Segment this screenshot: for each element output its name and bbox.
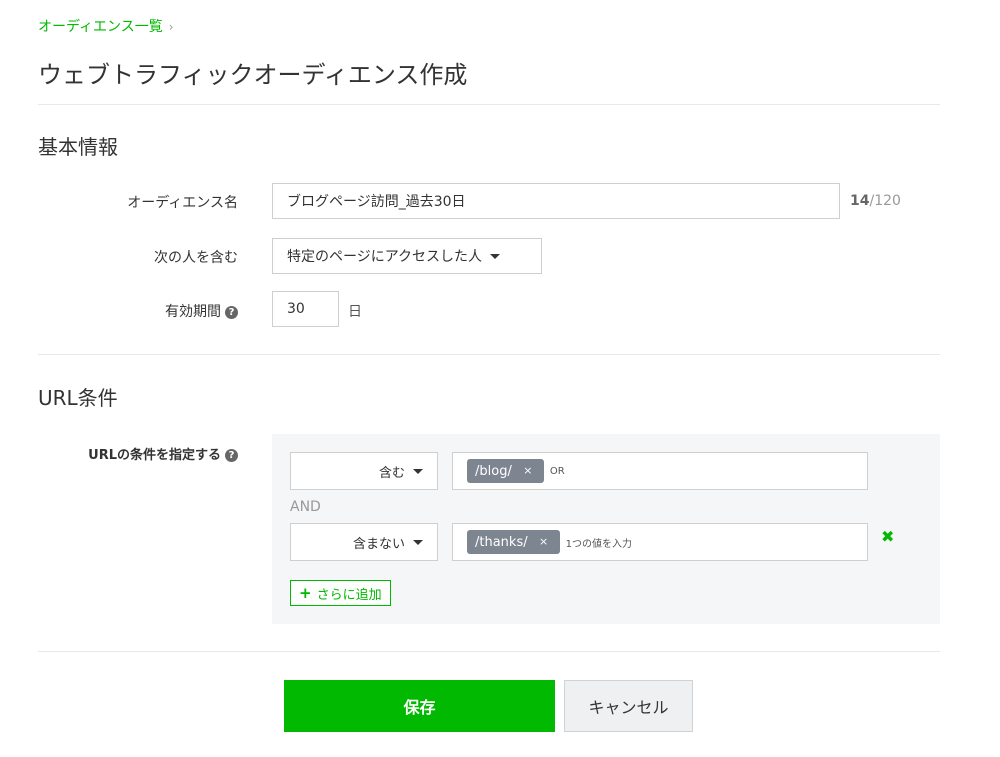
url-tag: /blog/ × [467,459,544,483]
breadcrumb-link-audience-list[interactable]: オーディエンス一覧 [38,19,163,35]
remove-condition-icon[interactable]: ✖ [881,527,894,546]
tag-remove-icon[interactable]: × [520,463,536,479]
divider [38,651,940,652]
url-value-input-1[interactable]: /blog/ × OR [452,452,868,490]
validity-label: 有効期間? [38,301,238,321]
operator-select-value: 含む [378,465,405,481]
tag-input-hint: OR [549,465,565,477]
breadcrumb: オーディエンス一覧 › [38,16,174,36]
operator-select-1[interactable]: 含む [290,452,438,490]
page-title: ウェブトラフィックオーディエンス作成 [38,61,468,89]
url-conditions-label-text: URLの条件を指定する [88,448,221,463]
include-select-value: 特定のページにアクセスした人 [287,249,483,265]
caret-down-icon [413,539,423,545]
audience-name-label: オーディエンス名 [127,195,238,211]
divider [38,354,940,355]
save-button[interactable]: 保存 [284,680,555,732]
character-max: /120 [869,193,901,209]
chevron-right-icon: › [168,20,174,34]
help-icon[interactable]: ? [225,306,238,319]
tag-remove-icon[interactable]: × [536,534,552,550]
add-condition-label: さらに追加 [316,587,382,603]
validity-unit: 日 [348,304,362,320]
url-value-input-2[interactable]: /thanks/ × 1つの値を入力 [452,523,868,561]
and-joiner: AND [290,499,321,515]
caret-down-icon [490,253,501,259]
cancel-button[interactable]: キャンセル [564,680,693,732]
operator-select-value: 含まない [352,536,405,552]
url-conditions-label: URLの条件を指定する? [38,444,238,463]
help-icon[interactable]: ? [225,449,238,462]
add-condition-button[interactable]: + さらに追加 [290,580,391,606]
audience-name-value: ブログページ訪問_過去30日 [287,194,466,210]
operator-select-2[interactable]: 含まない [290,523,438,561]
url-tag: /thanks/ × [467,530,560,554]
caret-down-icon [413,468,423,474]
validity-days-input[interactable]: 30 [272,291,339,327]
tag-input-hint: 1つの値を入力 [565,538,632,550]
validity-label-text: 有効期間 [165,304,221,320]
url-tag-text: /blog/ [475,463,512,479]
character-count: 14 [850,193,870,209]
section-title-basic-info: 基本情報 [38,135,118,159]
divider [38,104,940,105]
character-counter: 14/120 [850,193,901,209]
url-tag-text: /thanks/ [475,534,528,550]
include-label: 次の人を含む [154,250,238,266]
audience-name-input[interactable]: ブログページ訪問_過去30日 [272,183,840,219]
validity-days-value: 30 [287,301,305,317]
include-select[interactable]: 特定のページにアクセスした人 [272,238,542,274]
plus-icon: + [299,584,312,602]
section-title-url-conditions: URL条件 [38,386,118,410]
